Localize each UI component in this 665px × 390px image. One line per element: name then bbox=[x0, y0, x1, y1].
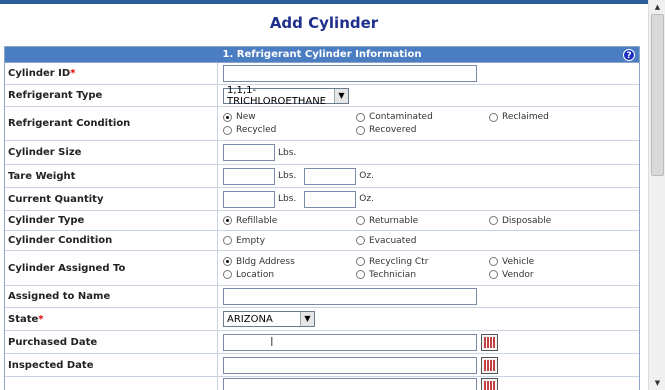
radio-button[interactable] bbox=[223, 270, 232, 279]
radio-assigned-bldg-address[interactable]: Bldg Address bbox=[223, 257, 356, 267]
radio-condition-reclaimed[interactable]: Reclaimed bbox=[489, 112, 622, 122]
row-inspected-date: Inspected Date bbox=[5, 354, 639, 377]
radio-button[interactable] bbox=[223, 112, 232, 122]
cylinder-size-label: Cylinder Size bbox=[5, 141, 218, 164]
radio-condition-empty[interactable]: Empty bbox=[223, 236, 356, 246]
calendar-icon[interactable] bbox=[481, 356, 498, 374]
radio-button[interactable] bbox=[223, 216, 232, 225]
unit-oz: Oz. bbox=[359, 194, 374, 204]
refrigerant-type-select[interactable]: 1,1,1-TRICHLOROETHANE ▼ bbox=[223, 85, 349, 107]
vertical-scrollbar[interactable]: ▲ ▼ bbox=[648, 0, 665, 390]
cylinder-assigned-to-label: Cylinder Assigned To bbox=[5, 251, 218, 285]
text-cursor-icon: I bbox=[270, 335, 274, 349]
required-marker: * bbox=[70, 68, 76, 79]
current-quantity-lbs-input[interactable] bbox=[223, 190, 275, 208]
row-current-quantity: Current Quantity Lbs. Oz. bbox=[5, 188, 639, 211]
radio-condition-evacuated[interactable]: Evacuated bbox=[356, 236, 489, 246]
section-title: 1. Refrigerant Cylinder Information bbox=[222, 49, 422, 60]
row-state: State * ARIZONA ▼ bbox=[5, 308, 639, 331]
unit-oz: Oz. bbox=[359, 171, 374, 181]
radio-condition-recycled[interactable]: Recycled bbox=[223, 125, 356, 135]
radio-button[interactable] bbox=[223, 125, 232, 135]
refrigerant-condition-label: Refrigerant Condition bbox=[5, 107, 218, 140]
row-partial bbox=[5, 377, 639, 390]
row-cylinder-assigned-to: Cylinder Assigned To Bldg Address Recycl… bbox=[5, 251, 639, 286]
state-label: State * bbox=[5, 308, 218, 330]
tare-weight-label: Tare Weight bbox=[5, 165, 218, 187]
scrollbar-thumb[interactable] bbox=[651, 14, 664, 176]
state-select[interactable]: ARIZONA ▼ bbox=[223, 311, 315, 327]
radio-condition-recovered[interactable]: Recovered bbox=[356, 125, 489, 135]
radio-button[interactable] bbox=[489, 257, 498, 266]
radio-button[interactable] bbox=[489, 270, 498, 279]
row-tare-weight: Tare Weight Lbs. Oz. bbox=[5, 165, 639, 188]
radio-button[interactable] bbox=[223, 236, 232, 245]
inspected-date-input[interactable] bbox=[223, 356, 477, 374]
current-quantity-label: Current Quantity bbox=[5, 188, 218, 210]
radio-button[interactable] bbox=[356, 270, 365, 279]
radio-assigned-location[interactable]: Location bbox=[223, 270, 356, 280]
cylinder-form: 1. Refrigerant Cylinder Information ? Cy… bbox=[4, 46, 640, 390]
radio-type-refillable[interactable]: Refillable bbox=[223, 216, 356, 226]
tare-weight-lbs-input[interactable] bbox=[223, 167, 275, 185]
radio-button[interactable] bbox=[489, 216, 498, 225]
unit-lbs: Lbs. bbox=[278, 194, 297, 204]
row-cylinder-type: Cylinder Type Refillable Returnable Disp… bbox=[5, 211, 639, 231]
row-refrigerant-type: Refrigerant Type 1,1,1-TRICHLOROETHANE ▼ bbox=[5, 85, 639, 107]
row-cylinder-id: Cylinder ID * bbox=[5, 63, 639, 85]
radio-type-disposable[interactable]: Disposable bbox=[489, 216, 622, 226]
calendar-icon[interactable] bbox=[481, 378, 498, 390]
cylinder-condition-label: Cylinder Condition bbox=[5, 231, 218, 250]
radio-assigned-recycling-ctr[interactable]: Recycling Ctr bbox=[356, 257, 489, 267]
assigned-to-name-label: Assigned to Name bbox=[5, 286, 218, 307]
chevron-down-icon: ▼ bbox=[300, 312, 314, 326]
current-quantity-oz-input[interactable] bbox=[304, 190, 357, 208]
row-cylinder-condition: Cylinder Condition Empty Evacuated bbox=[5, 231, 639, 251]
radio-type-returnable[interactable]: Returnable bbox=[356, 216, 489, 226]
radio-button[interactable] bbox=[356, 125, 365, 135]
radio-condition-new[interactable]: New bbox=[223, 112, 356, 122]
help-icon[interactable]: ? bbox=[623, 49, 635, 61]
radio-button[interactable] bbox=[356, 216, 365, 225]
scroll-down-icon[interactable]: ▼ bbox=[650, 376, 665, 390]
refrigerant-type-label: Refrigerant Type bbox=[5, 85, 218, 106]
cylinder-type-label: Cylinder Type bbox=[5, 211, 218, 230]
chevron-down-icon: ▼ bbox=[334, 88, 348, 103]
cylinder-size-input[interactable] bbox=[223, 144, 275, 161]
cylinder-id-label: Cylinder ID * bbox=[5, 63, 218, 84]
cylinder-id-input[interactable] bbox=[223, 65, 477, 82]
unit-lbs: Lbs. bbox=[278, 171, 297, 181]
tare-weight-oz-input[interactable] bbox=[304, 167, 357, 185]
next-field-input[interactable] bbox=[223, 378, 477, 390]
radio-assigned-vendor[interactable]: Vendor bbox=[489, 270, 622, 280]
radio-button[interactable] bbox=[489, 112, 498, 122]
row-assigned-to-name: Assigned to Name bbox=[5, 286, 639, 308]
radio-button[interactable] bbox=[356, 257, 365, 266]
row-purchased-date: Purchased Date bbox=[5, 331, 639, 354]
calendar-icon[interactable] bbox=[481, 333, 498, 351]
radio-assigned-vehicle[interactable]: Vehicle bbox=[489, 257, 622, 267]
row-cylinder-size: Cylinder Size Lbs. bbox=[5, 141, 639, 165]
radio-assigned-technician[interactable]: Technician bbox=[356, 270, 489, 280]
assigned-to-name-input[interactable] bbox=[223, 288, 477, 305]
page-title: Add Cylinder bbox=[269, 14, 379, 32]
section-header: 1. Refrigerant Cylinder Information ? bbox=[5, 47, 639, 63]
required-marker: * bbox=[38, 313, 44, 325]
scroll-up-icon[interactable]: ▲ bbox=[650, 0, 665, 14]
top-bar bbox=[0, 0, 648, 4]
radio-button[interactable] bbox=[223, 257, 232, 266]
unit-lbs: Lbs. bbox=[278, 147, 297, 158]
purchased-date-input[interactable] bbox=[223, 333, 477, 351]
radio-condition-contaminated[interactable]: Contaminated bbox=[356, 112, 489, 122]
radio-button[interactable] bbox=[356, 236, 365, 245]
purchased-date-label: Purchased Date bbox=[5, 331, 218, 353]
radio-button[interactable] bbox=[356, 112, 365, 122]
inspected-date-label: Inspected Date bbox=[5, 354, 218, 376]
row-refrigerant-condition: Refrigerant Condition New Contaminated R… bbox=[5, 107, 639, 141]
